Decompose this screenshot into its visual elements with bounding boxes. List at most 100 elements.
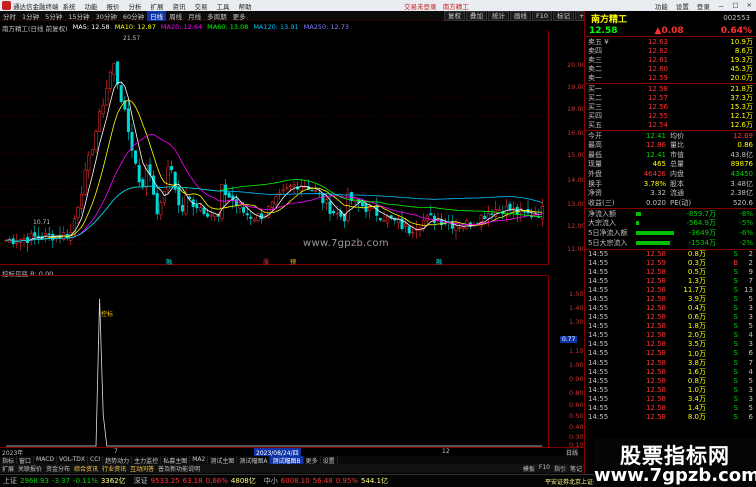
kline-chart[interactable]: 21.57 10.71 融 涨 预 融 [0,30,548,265]
tick-count: 3 [748,340,753,349]
ind-tab[interactable]: 指标 [0,456,18,465]
ind-tab[interactable]: MACD [34,456,58,464]
ind-tab[interactable]: 测试主图 [208,456,238,465]
bottom-tab[interactable]: 互动问答 [128,464,156,473]
stat-row: 现量 465 总量 89876 [588,160,753,169]
menu-analysis[interactable]: 分析 [129,1,142,11]
mark-button[interactable]: 标记 [553,11,575,21]
close-icon[interactable]: × [747,1,752,11]
stat-row: 外盘 46426 内盘 43450 [588,170,753,179]
menu-quote[interactable]: 报价 [107,1,120,11]
menu-function[interactable]: 功能 [85,1,98,11]
draw-button[interactable]: 画线 [510,11,531,21]
stats-button[interactable]: 统计 [488,11,509,21]
guide-tab[interactable]: 指引 [552,464,568,473]
bid-row[interactable]: 买五 12.54 12.6万 [585,121,756,130]
menu-trade[interactable]: 交易 [195,1,208,11]
ind-tab[interactable]: 测试幅图A [237,456,271,465]
ind-tab[interactable]: VOL-TDX [57,456,88,464]
candle-body [324,199,328,204]
f10-tab[interactable]: F10 [537,464,552,473]
period-more[interactable]: 更多 [230,11,249,21]
tick-time: 14:55 [588,250,609,259]
login-button[interactable]: 登录 [697,1,710,11]
event-marker-4[interactable]: 融 [436,258,442,265]
ask-row[interactable]: 卖一 12.59 20.0万 [585,74,756,83]
tick-list[interactable]: 14:55 12.58 0.8万 S 2 14:55 12.59 0.3万 B 2 14:55 12.… [585,248,756,421]
trade-status-notice[interactable]: 交易未登录 南方精工 [404,1,469,11]
tick-count: 2 [748,250,753,259]
candle-body [112,63,116,76]
ind-tab[interactable]: MA2 [190,456,209,464]
bottom-tab[interactable]: 资金分布 [44,464,72,473]
minimize-icon[interactable]: － [718,1,725,11]
template-button[interactable]: 模板 [521,464,537,473]
bottom-tab[interactable]: 扩展 [0,464,16,473]
ind-tab[interactable]: 设置 [321,456,338,465]
event-marker-1[interactable]: 融 [166,258,172,265]
period-60min[interactable]: 60分钟 [120,11,147,21]
tick-price: 12.58 [645,277,666,286]
ind-tab-active[interactable]: 测试幅图B [270,456,304,465]
price-tick: 18.00 [567,105,586,113]
tick-time: 14:55 [588,340,609,349]
menu-tools[interactable]: 工具 [217,1,230,11]
bottom-tab[interactable]: 行业资讯 [100,464,128,473]
ind-tab[interactable]: 窗口 [17,456,35,465]
ind-tab[interactable]: 主力监控 [132,456,162,465]
menu-extend[interactable]: 扩展 [151,1,164,11]
period-daily[interactable]: 日线 [147,10,167,21]
low-price-label: 10.71 [33,219,50,226]
menu-help[interactable]: 帮助 [239,1,252,11]
period-1min[interactable]: 1分钟 [19,11,42,21]
f10-button[interactable]: F10 [532,11,553,21]
candle-body [87,154,91,172]
date-tick: 7 [114,448,118,455]
period-5min[interactable]: 5分钟 [42,11,65,21]
period-multi[interactable]: 多周期 [204,11,230,21]
ind-tab[interactable]: 私募主图 [161,456,191,465]
tick-price: 12.58 [645,385,666,394]
event-marker-2[interactable]: 涨 [263,258,269,265]
tick-row[interactable]: 14:55 12.58 8.0万 S 6 [585,412,756,421]
event-marker-3[interactable]: 预 [290,258,296,265]
candle-body [335,212,339,215]
bottom-tab[interactable]: 综合资讯 [72,464,100,473]
tick-price: 12.58 [645,268,666,277]
bottom-tab[interactable]: 关联报价 [16,464,44,473]
tick-side: S [733,322,738,331]
sub-indicator-chart[interactable] [0,275,548,447]
sz-index-pct: 0.66% [205,477,228,485]
zx-index-value: 6008.10 [280,477,310,485]
sh-index-name[interactable]: 上证 [3,476,17,486]
ind-tab[interactable]: 趋势动力 [103,456,133,465]
maximize-icon[interactable]: □ [732,1,738,11]
tick-side: S [733,376,738,385]
sz-index-name[interactable]: 深证 [134,476,148,486]
candle-body [108,71,112,89]
period-15min[interactable]: 15分钟 [65,11,92,21]
period-30min[interactable]: 30分钟 [93,11,120,21]
notes-tab[interactable]: 笔记 [568,464,584,473]
tick-count: 5 [748,403,753,412]
period-weekly[interactable]: 周线 [166,11,185,21]
zx-index-name[interactable]: 中小 [264,476,278,486]
bottom-tab[interactable]: 普及新功能说明 [156,464,202,473]
stock-code: 002553 [723,14,750,22]
ind-tab[interactable]: CCI [88,456,104,464]
menu-system[interactable]: 系统 [63,1,76,11]
title-bar: 通达信金融终端 系统 功能 报价 分析 扩展 资讯 交易 工具 帮助 交易未登录… [0,0,756,11]
overlay-button[interactable]: 叠加 [466,11,487,21]
zx-index-pct: 0.95% [335,477,358,485]
period-monthly[interactable]: 月线 [185,11,204,21]
adjust-button[interactable]: 复权 [444,11,465,21]
tick-price: 12.58 [645,349,666,358]
settings-button[interactable]: 设置 [676,1,689,11]
menu-info[interactable]: 资讯 [173,1,186,11]
function-button[interactable]: 功能 [655,1,668,11]
tick-side: S [733,313,738,322]
period-timeshare[interactable]: 分时 [0,11,19,21]
price-change: ▲0.08 [654,25,684,36]
ind-tab[interactable]: 更多 [304,456,321,465]
candle-body [26,237,30,243]
